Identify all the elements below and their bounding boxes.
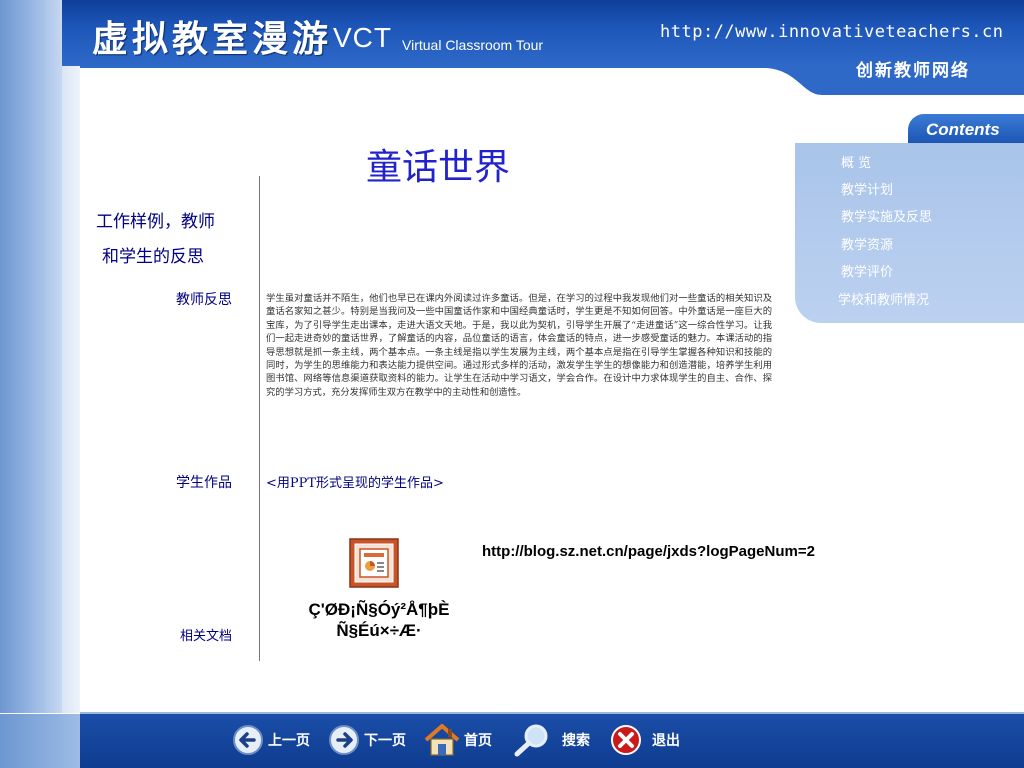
exit-label: 退出 <box>652 733 680 749</box>
contents-tab: Contents <box>908 114 1024 144</box>
menu-item-implementation[interactable]: 教学实施及反思 <box>841 206 932 225</box>
prev-page-label: 上一页 <box>268 733 310 749</box>
side-heading-line-1: 工作样例，教师 <box>96 212 215 232</box>
header: 虚拟教室漫游 VCT Virtual Classroom Tour http:/… <box>0 0 1024 95</box>
arrow-right-icon <box>329 725 359 755</box>
left-decoration-bar <box>0 95 62 713</box>
home-button[interactable]: 首页 <box>424 720 492 760</box>
menu-item-school-info[interactable]: 学校和教师情况 <box>838 289 929 308</box>
footer-nav: 上一页 下一页 首页 搜索 退出 <box>0 714 1024 768</box>
menu-item-teaching-plan[interactable]: 教学计划 <box>841 179 893 198</box>
left-light-strip <box>62 66 80 713</box>
prev-page-button[interactable]: 上一页 <box>232 720 310 760</box>
next-page-button[interactable]: 下一页 <box>328 720 406 760</box>
side-heading-line-2: 和学生的反思 <box>102 247 204 267</box>
vct-subtitle: Virtual Classroom Tour <box>402 37 544 53</box>
close-icon <box>611 725 641 755</box>
menu-item-overview[interactable]: 概 览 <box>841 152 871 171</box>
search-label: 搜索 <box>562 733 590 749</box>
home-icon <box>424 724 460 756</box>
blog-url-link[interactable]: http://blog.sz.net.cn/page/jxds?logPageN… <box>482 541 852 562</box>
column-divider <box>259 176 260 661</box>
logo-title: 虚拟教室漫游 <box>92 18 333 60</box>
site-url: http://www.innovativeteachers.cn <box>660 22 1004 42</box>
teacher-reflection-label: 教师反思 <box>176 292 232 308</box>
header-left-decoration <box>0 0 62 95</box>
search-icon <box>514 724 548 757</box>
ppt-file-caption[interactable]: Ç'ØÐ¡Ñ§Óý²Å¶þÈ Ñ§Éú×÷Æ· <box>294 599 464 641</box>
powerpoint-file-icon[interactable] <box>349 538 399 588</box>
org-name: 创新教师网络 <box>856 61 970 81</box>
student-work-label: 学生作品 <box>176 475 232 491</box>
next-page-label: 下一页 <box>364 733 406 749</box>
vct-logo: VCT <box>333 22 392 53</box>
menu-item-evaluation[interactable]: 教学评价 <box>841 261 893 280</box>
student-ppt-link[interactable]: <用PPT形式呈现的学生作品> <box>266 472 444 491</box>
arrow-left-icon <box>233 725 263 755</box>
exit-button[interactable]: 退出 <box>610 720 680 760</box>
page-title: 童话世界 <box>366 147 511 188</box>
teacher-reflection-text: 学生虽对童话并不陌生，他们也早已在课内外阅读过许多童话。但是，在学习的过程中我发… <box>266 293 772 398</box>
related-docs-label: 相关文档 <box>180 629 233 644</box>
home-label: 首页 <box>464 733 492 749</box>
menu-item-resources[interactable]: 教学资源 <box>841 234 893 253</box>
footer-left-decoration <box>0 714 80 768</box>
search-button[interactable]: 搜索 <box>512 720 590 760</box>
